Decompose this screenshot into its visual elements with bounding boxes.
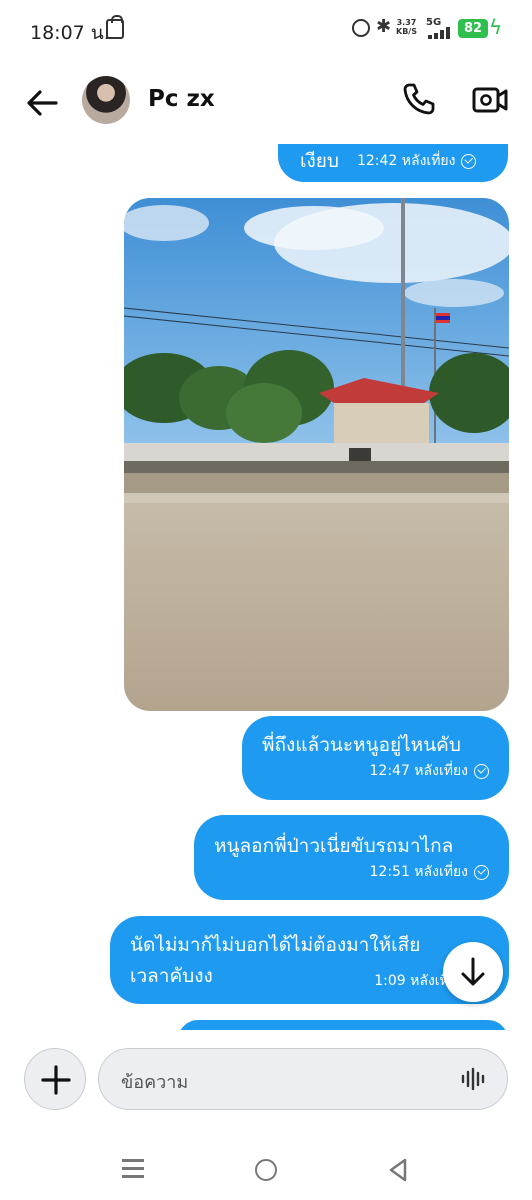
- network-speed-unit: KB/S: [396, 27, 417, 36]
- message-photo[interactable]: [124, 198, 509, 711]
- message-bubble[interactable]: เงียบ 12:42 หลังเที่ยง: [278, 144, 508, 182]
- plus-icon: [41, 1065, 71, 1095]
- message-time: 12:47 หลังเที่ยง: [369, 763, 469, 779]
- arrow-down-icon: [461, 957, 485, 986]
- message-text: พี่ถึงแล้วนะหนูอยู่ไหนคับ: [262, 734, 461, 756]
- arrow-left-icon: [27, 90, 58, 116]
- message-text: หนูลอกพี่ป่าวเนี่ยขับรถมาไกล: [214, 835, 454, 857]
- bluetooth-icon: ✱: [376, 16, 392, 37]
- video-camera-icon: [472, 87, 508, 113]
- message-bubble[interactable]: พี่ถึงแล้วนะหนูอยู่ไหนคับ 12:47 หลังเที่…: [242, 716, 509, 800]
- back-triangle-icon[interactable]: [388, 1158, 408, 1182]
- alarm-icon: [352, 19, 370, 37]
- shopping-bag-icon: [106, 15, 124, 39]
- voice-call-button[interactable]: [402, 82, 436, 116]
- scroll-to-bottom-button[interactable]: [443, 942, 503, 1002]
- message-bubble-partial[interactable]: [178, 1020, 508, 1030]
- contact-name[interactable]: Pc zx: [148, 86, 215, 112]
- battery-indicator: 82: [458, 19, 488, 38]
- network-speed: 3.37 KB/S: [396, 18, 417, 36]
- signal-icon: [428, 27, 452, 39]
- message-input-placeholder: ข้อความ: [121, 1072, 189, 1093]
- status-time: 18:07 น.: [30, 22, 110, 44]
- voice-message-icon[interactable]: [461, 1067, 487, 1091]
- chat-header: Pc zx: [0, 60, 532, 144]
- avatar[interactable]: [82, 76, 130, 124]
- message-composer: ข้อความ: [0, 1030, 532, 1140]
- home-icon[interactable]: [255, 1159, 277, 1181]
- phone-icon: [403, 83, 435, 115]
- message-time: 12:51 หลังเที่ยง: [369, 864, 469, 880]
- message-text: เงียบ: [300, 150, 339, 172]
- charging-icon: ϟ: [489, 15, 503, 39]
- read-check-icon: [461, 153, 477, 169]
- read-check-icon: [474, 864, 489, 880]
- read-check-icon: [474, 763, 489, 779]
- recent-apps-icon[interactable]: [122, 1159, 144, 1179]
- back-button[interactable]: [24, 85, 60, 121]
- video-call-button[interactable]: [472, 84, 508, 116]
- street-photo-image: [124, 198, 509, 711]
- status-bar: 18:07 น. ✱ 3.37 KB/S 5G 82 ϟ: [0, 0, 532, 60]
- message-input[interactable]: ข้อความ: [98, 1048, 508, 1110]
- network-speed-value: 3.37: [396, 18, 417, 27]
- message-list[interactable]: เงียบ 12:42 หลังเที่ยง พี่ถึงแล้วนะหนูอย…: [0, 144, 532, 1030]
- message-bubble[interactable]: หนูลอกพี่ป่าวเนี่ยขับรถมาไกล 12:51 หลังเ…: [194, 815, 509, 900]
- system-navigation-bar: [0, 1140, 532, 1200]
- add-attachment-button[interactable]: [24, 1048, 86, 1110]
- message-time: 12:42 หลังเที่ยง: [356, 153, 456, 169]
- message-text-line-1: นัดไม่มาก้ไม่บอกได้ไม่ต้องมาให้เสีย: [130, 934, 421, 956]
